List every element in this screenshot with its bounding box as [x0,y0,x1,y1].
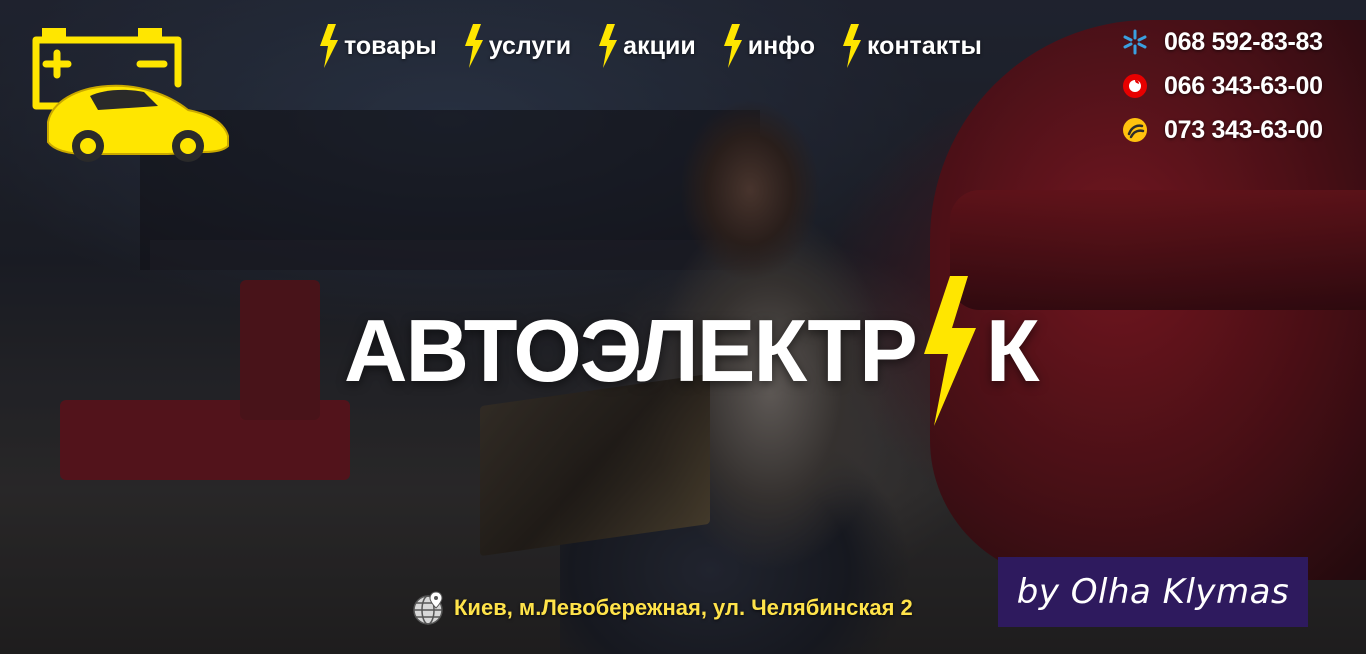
hero-title: АВТОЭЛЕКТР К [344,276,1040,426]
lightning-icon [599,24,618,68]
nav-label: инфо [747,31,815,60]
vodafone-icon [1120,71,1150,101]
nav-label: товары [344,31,437,60]
phone-kyivstar[interactable]: 068 592-83-83 [1120,20,1323,64]
nav-item-info[interactable]: инфо [722,24,815,68]
phone-number: 066 343-63-00 [1164,71,1323,100]
lightning-icon [923,276,976,426]
credit-badge: by Olha Klymas [998,557,1308,627]
nav-label: контакты [867,31,982,60]
nav-label: акции [623,31,696,60]
lightning-icon [464,24,483,68]
lightning-icon [843,24,861,68]
nav-item-aktsii[interactable]: акции [597,24,696,68]
nav-label: услуги [488,31,572,60]
lifecell-icon [1120,115,1150,145]
phone-number: 068 592-83-83 [1164,27,1323,56]
lightning-icon [320,24,338,68]
phone-lifecell[interactable]: 073 343-63-00 [1120,108,1323,152]
address-link[interactable]: Киев, м.Левобережная, ул. Челябинская 2 [410,590,913,626]
address-text: Киев, м.Левобережная, ул. Челябинская 2 [454,595,913,620]
hero-title-part1: АВТОЭЛЕКТР [344,301,918,400]
nav-item-kontakty[interactable]: контакты [841,24,982,68]
phone-list: 068 592-83-83 066 343-63-00 073 343-63-0… [1120,20,1323,152]
phone-vodafone[interactable]: 066 343-63-00 [1120,64,1323,108]
nav-item-tovary[interactable]: товары [318,24,437,68]
phone-number: 073 343-63-00 [1164,115,1323,144]
kyivstar-icon [1120,27,1150,57]
lightning-icon [723,24,742,68]
hero-title-part2: К [985,301,1040,400]
main-nav: товары услуги акции инфо контакты [318,24,1008,68]
globe-pin-icon [413,591,443,625]
nav-item-uslugi[interactable]: услуги [463,24,571,68]
credit-text: by Olha Klymas [1016,572,1290,612]
logo-battery-car-icon[interactable] [28,14,232,172]
